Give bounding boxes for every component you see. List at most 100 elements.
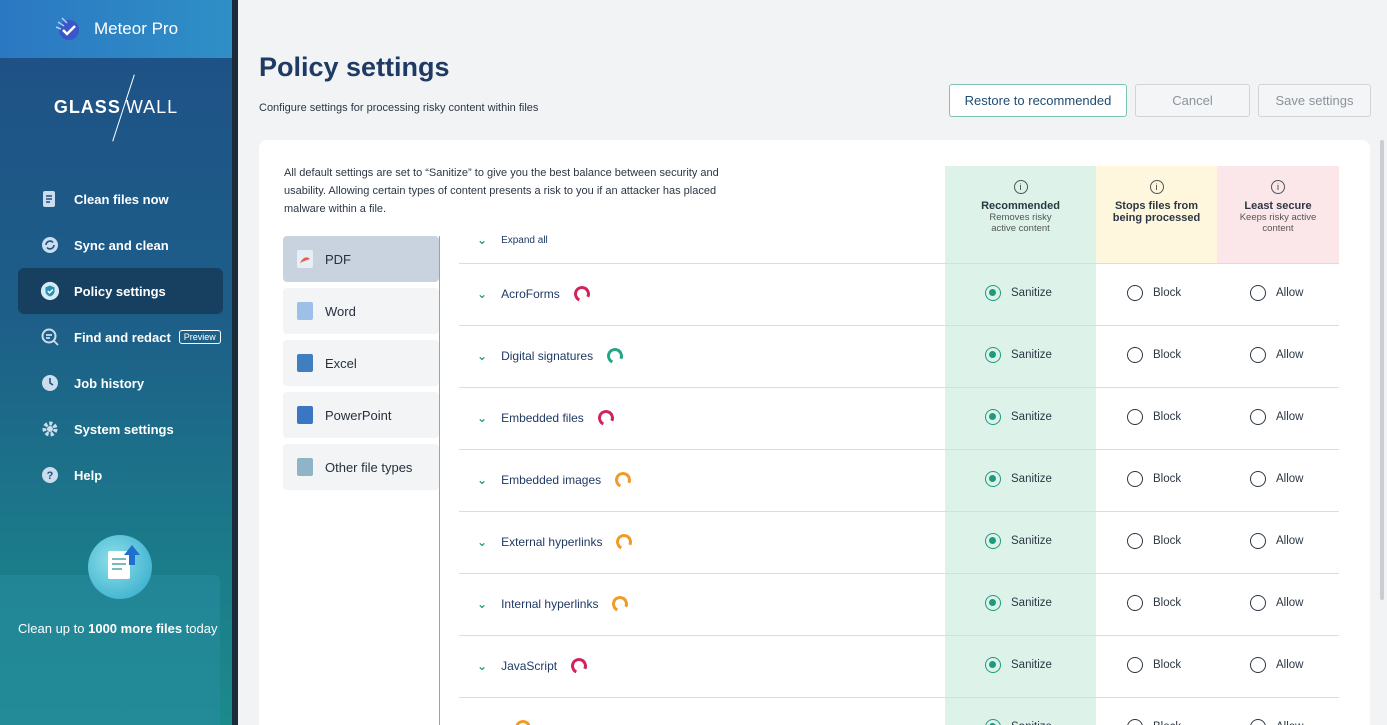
block-option[interactable]: Block [1127, 595, 1181, 611]
sidebar-item-label: Job history [74, 375, 145, 391]
radio-selected[interactable] [985, 657, 1001, 673]
radio-unselected[interactable] [1127, 595, 1143, 611]
block-option[interactable]: Block [1127, 347, 1181, 363]
cancel-button[interactable]: Cancel [1135, 84, 1250, 117]
sidebar-item-sync-and-clean[interactable]: Sync and clean [18, 222, 223, 268]
restore-to-recommended-button[interactable]: Restore to recommended [949, 84, 1127, 117]
save-settings-button[interactable]: Save settings [1258, 84, 1371, 117]
risk-level-icon [610, 593, 631, 615]
powerpoint-icon [297, 406, 313, 424]
allow-option[interactable]: Allow [1250, 533, 1303, 549]
radio-selected[interactable] [985, 533, 1001, 549]
sanitize-option[interactable]: Sanitize [985, 285, 1052, 301]
allow-option[interactable]: Allow [1250, 595, 1303, 611]
sanitize-option[interactable]: Sanitize [985, 533, 1052, 549]
sidebar-nav: Clean files now Sync and clean Policy se… [0, 176, 232, 498]
radio-selected[interactable] [985, 471, 1001, 487]
other-files-icon [297, 458, 313, 476]
chevron-down-icon: ⌄ [477, 411, 488, 425]
block-option[interactable]: Block [1127, 533, 1181, 549]
block-option[interactable]: Block [1127, 657, 1181, 673]
radio-unselected[interactable] [1127, 533, 1143, 549]
radio-unselected[interactable] [1127, 285, 1143, 301]
policy-name[interactable]: ⌄ JavaScript [477, 655, 590, 677]
radio-unselected[interactable] [1127, 471, 1143, 487]
sidebar-item-system-settings[interactable]: System settings [18, 406, 223, 452]
radio-unselected[interactable] [1250, 285, 1266, 301]
radio-unselected[interactable] [1250, 719, 1266, 725]
radio-unselected[interactable] [1127, 409, 1143, 425]
risk-level-icon [612, 469, 634, 491]
risk-level-icon [568, 655, 590, 677]
block-option[interactable]: Block [1127, 409, 1181, 425]
block-option[interactable]: Block [1127, 471, 1181, 487]
sidebar-item-job-history[interactable]: Job history [18, 360, 223, 406]
policy-row: ⌄ Sanitize Block Allow [459, 697, 1339, 725]
tabs-divider [439, 236, 440, 725]
radio-selected[interactable] [985, 719, 1001, 725]
policy-name[interactable]: ⌄ Digital signatures [477, 345, 626, 367]
chevron-down-icon: ⌄ [477, 535, 488, 549]
radio-selected[interactable] [985, 347, 1001, 363]
file-tab-word[interactable]: Word [283, 288, 439, 334]
sidebar-item-clean-files[interactable]: Clean files now [18, 176, 223, 222]
sanitize-option[interactable]: Sanitize [985, 471, 1052, 487]
chevron-down-icon: ⌄ [477, 349, 488, 363]
radio-unselected[interactable] [1250, 347, 1266, 363]
policy-name[interactable]: ⌄ Embedded files [477, 407, 617, 429]
policy-name[interactable]: ⌄ Embedded images [477, 469, 634, 491]
sidebar-item-label: Sync and clean [74, 237, 169, 253]
sanitize-option[interactable]: Sanitize [985, 657, 1052, 673]
allow-option[interactable]: Allow [1250, 719, 1303, 725]
allow-option[interactable]: Allow [1250, 471, 1303, 487]
info-icon[interactable]: i [1149, 180, 1164, 194]
sidebar-item-label: Find and redact [74, 329, 171, 345]
allow-option[interactable]: Allow [1250, 657, 1303, 673]
radio-unselected[interactable] [1250, 657, 1266, 673]
policy-row: ⌄ Embedded images Sanitize Block Allow [459, 449, 1339, 511]
file-tab-pdf[interactable]: PDF [283, 236, 439, 282]
sidebar-item-policy-settings[interactable]: Policy settings [18, 268, 223, 314]
excel-icon [297, 354, 313, 372]
radio-unselected[interactable] [1250, 533, 1266, 549]
scrollbar[interactable] [1380, 140, 1384, 600]
sidebar-item-help[interactable]: ? Help [18, 452, 223, 498]
block-option[interactable]: Block [1127, 285, 1181, 301]
policy-row: ⌄ External hyperlinks Sanitize Block All… [459, 511, 1339, 573]
allow-option[interactable]: Allow [1250, 285, 1303, 301]
sidebar-item-label: Help [74, 467, 103, 483]
radio-unselected[interactable] [1250, 595, 1266, 611]
sidebar-item-find-and-redact[interactable]: Find and redact Preview [18, 314, 223, 360]
policy-name[interactable]: ⌄ AcroForms [477, 283, 592, 305]
radio-unselected[interactable] [1127, 657, 1143, 673]
radio-selected[interactable] [985, 285, 1001, 301]
info-icon[interactable]: i [1271, 180, 1285, 194]
policy-name[interactable]: ⌄ Internal hyperlinks [477, 593, 631, 615]
radio-selected[interactable] [985, 409, 1001, 425]
app-header: Meteor Pro [0, 0, 232, 58]
risk-level-icon [595, 407, 617, 429]
sanitize-option[interactable]: Sanitize [985, 409, 1052, 425]
radio-unselected[interactable] [1127, 719, 1143, 725]
radio-unselected[interactable] [1250, 409, 1266, 425]
radio-unselected[interactable] [1250, 471, 1266, 487]
sanitize-option[interactable]: Sanitize [985, 719, 1052, 725]
sync-icon [40, 235, 60, 255]
sanitize-option[interactable]: Sanitize [985, 595, 1052, 611]
info-icon[interactable]: i [1013, 180, 1028, 194]
radio-selected[interactable] [985, 595, 1001, 611]
risk-level-icon [571, 283, 592, 305]
file-tab-powerpoint[interactable]: PowerPoint [283, 392, 439, 438]
expand-all-button[interactable]: ⌄ Expand all [477, 233, 548, 247]
preview-badge: Preview [178, 330, 221, 344]
block-option[interactable]: Block [1127, 719, 1181, 725]
radio-unselected[interactable] [1127, 347, 1143, 363]
policy-name[interactable]: ⌄ External hyperlinks [477, 531, 635, 553]
allow-option[interactable]: Allow [1250, 347, 1303, 363]
allow-option[interactable]: Allow [1250, 409, 1303, 425]
policy-name[interactable]: ⌄ [477, 717, 534, 725]
risk-level-icon [604, 345, 626, 367]
sanitize-option[interactable]: Sanitize [985, 347, 1052, 363]
file-tab-other[interactable]: Other file types [283, 444, 439, 490]
file-tab-excel[interactable]: Excel [283, 340, 439, 386]
